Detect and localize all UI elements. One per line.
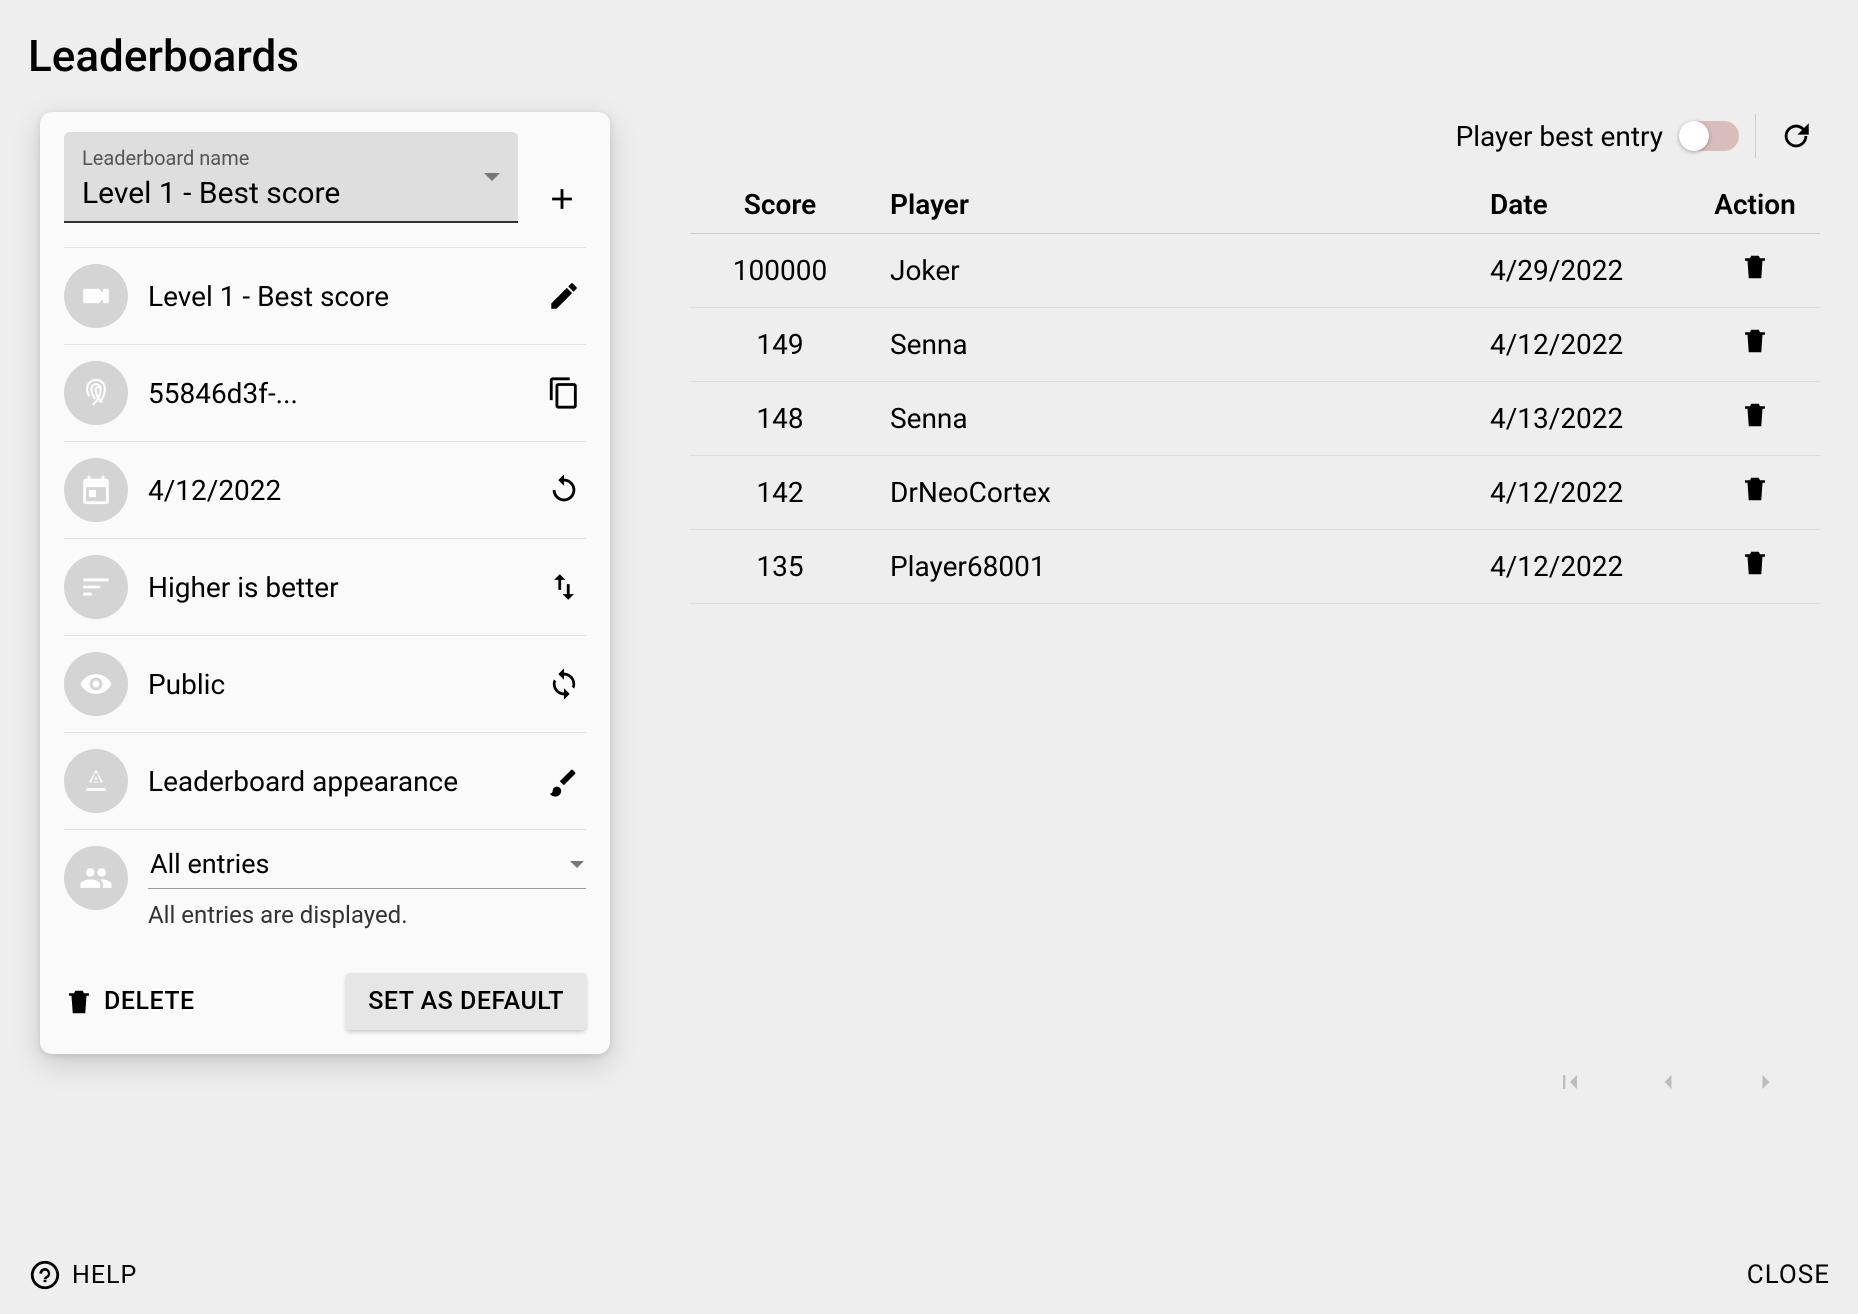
score-cell: 100000 <box>690 234 870 308</box>
people-icon <box>64 846 128 910</box>
table-row: 142DrNeoCortex4/12/2022 <box>690 456 1820 530</box>
delete-entry-button[interactable] <box>1740 548 1770 578</box>
refresh-date-button[interactable] <box>542 468 586 512</box>
chevron-down-icon <box>570 861 584 868</box>
table-row: 135Player680014/12/2022 <box>690 530 1820 604</box>
trash-icon <box>1740 474 1770 504</box>
player-cell: Senna <box>870 308 1470 382</box>
player-best-entry-toggle[interactable] <box>1679 121 1739 151</box>
col-action: Action <box>1690 176 1820 234</box>
edit-appearance-button[interactable] <box>542 759 586 803</box>
trash-icon <box>64 987 94 1017</box>
delete-button-label: DELETE <box>104 987 195 1016</box>
start-date-value: 4/12/2022 <box>148 474 522 507</box>
trash-icon <box>1740 326 1770 356</box>
close-button[interactable]: CLOSE <box>1747 1260 1830 1290</box>
sync-icon <box>547 667 581 701</box>
chevron-down-icon <box>484 173 500 181</box>
entries-filter-select[interactable]: All entries <box>148 846 586 889</box>
delete-entry-button[interactable] <box>1740 400 1770 430</box>
player-cell: Player68001 <box>870 530 1470 604</box>
page-title: Leaderboards <box>28 30 1830 82</box>
entries-filter-description: All entries are displayed. <box>148 901 586 929</box>
chevron-right-icon <box>1752 1068 1780 1096</box>
entries-panel: Player best entry Score Player Date Acti… <box>690 112 1830 1100</box>
svg-text:A: A <box>91 770 102 788</box>
brush-icon <box>547 764 581 798</box>
pagination <box>690 1044 1820 1100</box>
score-cell: 148 <box>690 382 870 456</box>
help-icon <box>28 1258 62 1292</box>
first-page-icon <box>1556 1068 1584 1096</box>
add-leaderboard-button[interactable] <box>538 175 586 223</box>
player-cell: Senna <box>870 382 1470 456</box>
delete-entry-button[interactable] <box>1740 474 1770 504</box>
score-cell: 149 <box>690 308 870 382</box>
trash-icon <box>1740 252 1770 282</box>
toggle-visibility-button[interactable] <box>542 662 586 706</box>
col-player: Player <box>870 176 1470 234</box>
set-default-button[interactable]: SET AS DEFAULT <box>346 973 586 1030</box>
delete-entry-button[interactable] <box>1740 252 1770 282</box>
sort-direction-value: Higher is better <box>148 571 522 604</box>
delete-entry-button[interactable] <box>1740 326 1770 356</box>
date-cell: 4/13/2022 <box>1470 382 1690 456</box>
plus-icon <box>545 182 579 216</box>
calendar-icon <box>64 458 128 522</box>
score-cell: 142 <box>690 456 870 530</box>
player-cell: Joker <box>870 234 1470 308</box>
col-score: Score <box>690 176 870 234</box>
leaderboard-side-panel: Leaderboard name Level 1 - Best score Le… <box>40 112 610 1054</box>
help-button-label: HELP <box>72 1261 137 1290</box>
refresh-clock-icon <box>547 473 581 507</box>
close-button-label: CLOSE <box>1747 1260 1830 1290</box>
appearance-icon: A <box>64 749 128 813</box>
leaderboard-selector-value: Level 1 - Best score <box>82 176 500 211</box>
delete-button[interactable]: DELETE <box>64 987 195 1017</box>
next-page-button[interactable] <box>1752 1068 1780 1100</box>
leaderboard-selector-label: Leaderboard name <box>82 146 500 170</box>
leaderboard-id-value: 55846d3f-... <box>148 377 522 410</box>
entries-table: Score Player Date Action 100000Joker4/29… <box>690 176 1820 604</box>
entries-filter-value: All entries <box>150 848 269 880</box>
fingerprint-icon <box>64 361 128 425</box>
leaderboard-name-value: Level 1 - Best score <box>148 280 522 313</box>
set-default-button-label: SET AS DEFAULT <box>368 987 564 1016</box>
toolbar-divider <box>1755 114 1756 158</box>
edit-name-button[interactable] <box>542 274 586 318</box>
first-page-button[interactable] <box>1556 1068 1584 1100</box>
date-cell: 4/12/2022 <box>1470 456 1690 530</box>
toggle-sort-button[interactable] <box>542 565 586 609</box>
leaderboard-selector[interactable]: Leaderboard name Level 1 - Best score <box>64 132 518 223</box>
chevron-left-icon <box>1654 1068 1682 1096</box>
score-cell: 135 <box>690 530 870 604</box>
reload-button[interactable] <box>1772 112 1820 160</box>
appearance-label: Leaderboard appearance <box>148 765 522 798</box>
trash-icon <box>1740 400 1770 430</box>
player-best-entry-label: Player best entry <box>1456 120 1663 153</box>
table-row: 149Senna4/12/2022 <box>690 308 1820 382</box>
copy-id-button[interactable] <box>542 371 586 415</box>
toggle-knob <box>1679 121 1709 151</box>
trash-icon <box>1740 548 1770 578</box>
pencil-icon <box>547 279 581 313</box>
player-cell: DrNeoCortex <box>870 456 1470 530</box>
prev-page-button[interactable] <box>1654 1068 1682 1100</box>
help-button[interactable]: HELP <box>28 1258 137 1292</box>
table-row: 148Senna4/13/2022 <box>690 382 1820 456</box>
swap-vertical-icon <box>547 570 581 604</box>
table-row: 100000Joker4/29/2022 <box>690 234 1820 308</box>
sort-icon <box>64 555 128 619</box>
reload-icon <box>1779 119 1813 153</box>
eye-icon <box>64 652 128 716</box>
visibility-value: Public <box>148 668 522 701</box>
copy-icon <box>547 376 581 410</box>
col-date: Date <box>1470 176 1690 234</box>
date-cell: 4/12/2022 <box>1470 308 1690 382</box>
date-cell: 4/29/2022 <box>1470 234 1690 308</box>
date-cell: 4/12/2022 <box>1470 530 1690 604</box>
tag-icon <box>64 264 128 328</box>
